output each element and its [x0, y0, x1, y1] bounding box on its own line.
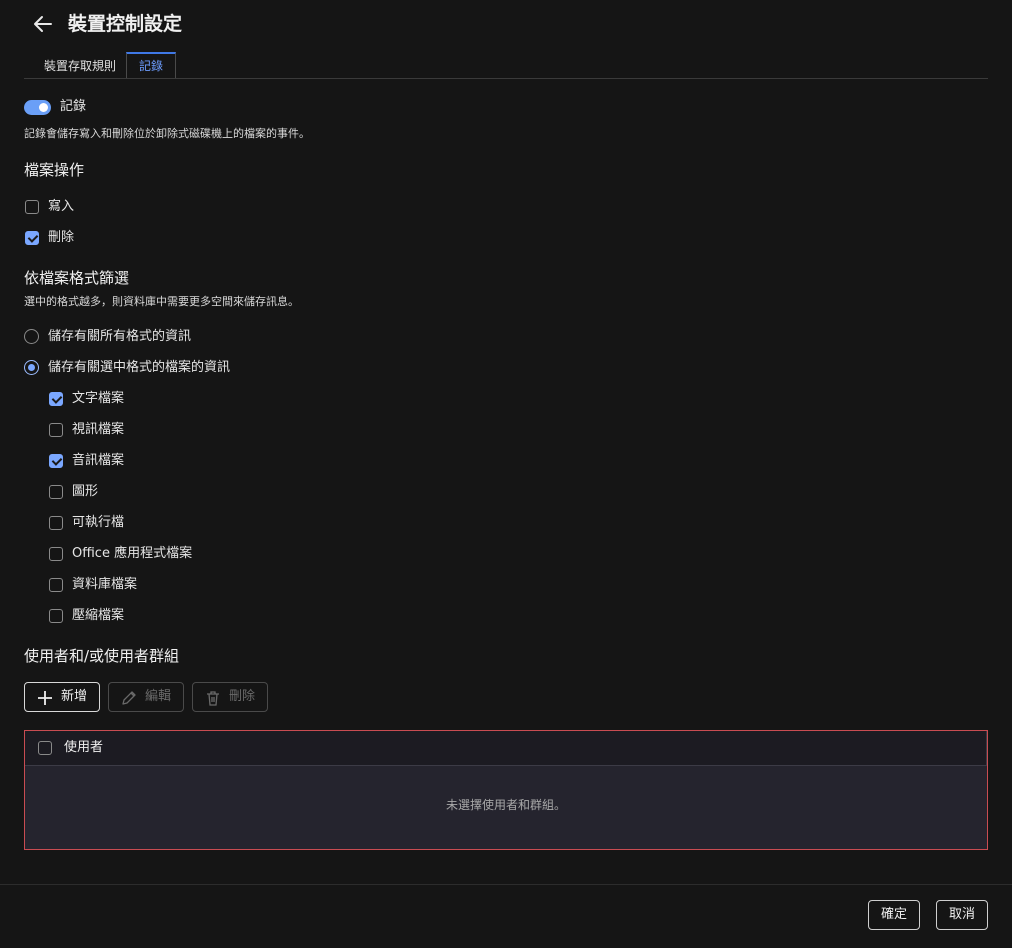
format-checkbox-text[interactable]	[49, 392, 63, 406]
select-all-checkbox[interactable]	[38, 741, 52, 755]
format-checkbox-archive[interactable]	[49, 609, 63, 623]
format-label-text: 文字檔案	[72, 391, 125, 406]
users-table: 使用者 未選擇使用者和群組。	[24, 730, 988, 850]
add-button[interactable]: 新增	[24, 682, 100, 712]
pencil-icon	[122, 691, 136, 705]
users-table-header: 使用者	[25, 731, 987, 766]
format-checkbox-graphics[interactable]	[49, 485, 63, 499]
write-checkbox[interactable]	[25, 200, 39, 214]
format-label-audio: 音訊檔案	[72, 453, 125, 468]
header: 裝置控制設定	[0, 0, 1012, 50]
footer-divider	[0, 884, 1012, 885]
format-checkbox-database[interactable]	[49, 578, 63, 592]
format-label-video: 視訊檔案	[72, 422, 125, 437]
add-button-label: 新增	[61, 689, 88, 704]
format-label-executable: 可執行檔	[72, 515, 125, 530]
logging-toggle[interactable]	[24, 100, 51, 115]
toggle-knob	[39, 103, 48, 112]
format-checkbox-office[interactable]	[49, 547, 63, 561]
format-label-office: Office 應用程式檔案	[72, 546, 193, 561]
format-checkbox-video[interactable]	[49, 423, 63, 437]
ok-button[interactable]: 確定	[868, 900, 920, 930]
plus-icon	[38, 691, 52, 705]
format-label-database: 資料庫檔案	[72, 577, 138, 592]
delete-label: 刪除	[48, 230, 75, 245]
delete-checkbox[interactable]	[25, 231, 39, 245]
write-label: 寫入	[48, 199, 75, 214]
format-filter-heading: 依檔案格式篩選	[24, 269, 130, 287]
tab-logging[interactable]: 記錄	[126, 52, 176, 78]
logging-toggle-label: 記錄	[60, 99, 87, 114]
all-formats-label: 儲存有關所有格式的資訊	[48, 329, 192, 344]
selected-formats-radio[interactable]	[24, 360, 39, 375]
delete-button[interactable]: 刪除	[192, 682, 268, 712]
cancel-button[interactable]: 取消	[936, 900, 988, 930]
format-checkbox-audio[interactable]	[49, 454, 63, 468]
users-heading: 使用者和/或使用者群組	[24, 647, 180, 665]
tab-access-rules[interactable]: 裝置存取規則	[34, 52, 126, 78]
column-header-user[interactable]: 使用者	[64, 739, 103, 757]
users-empty-message: 未選擇使用者和群組。	[445, 798, 566, 812]
all-formats-radio[interactable]	[24, 329, 39, 344]
edit-button-label: 編輯	[145, 689, 172, 704]
logging-description: 記錄會儲存寫入和刪除位於卸除式磁碟機上的檔案的事件。	[24, 127, 310, 140]
column-divider	[986, 731, 987, 765]
format-checkbox-executable[interactable]	[49, 516, 63, 530]
format-label-graphics: 圖形	[72, 484, 99, 499]
delete-button-label: 刪除	[229, 689, 256, 704]
selected-formats-label: 儲存有關選中格式的檔案的資訊	[48, 360, 231, 375]
format-filter-description: 選中的格式越多，則資料庫中需要更多空間來儲存訊息。	[24, 295, 299, 308]
arrow-left-icon[interactable]	[31, 12, 55, 36]
tab-divider	[24, 78, 988, 79]
edit-button[interactable]: 編輯	[108, 682, 184, 712]
trash-icon	[207, 691, 219, 706]
page-title: 裝置控制設定	[68, 13, 183, 35]
file-ops-heading: 檔案操作	[24, 161, 85, 179]
format-label-archive: 壓縮檔案	[72, 608, 125, 623]
